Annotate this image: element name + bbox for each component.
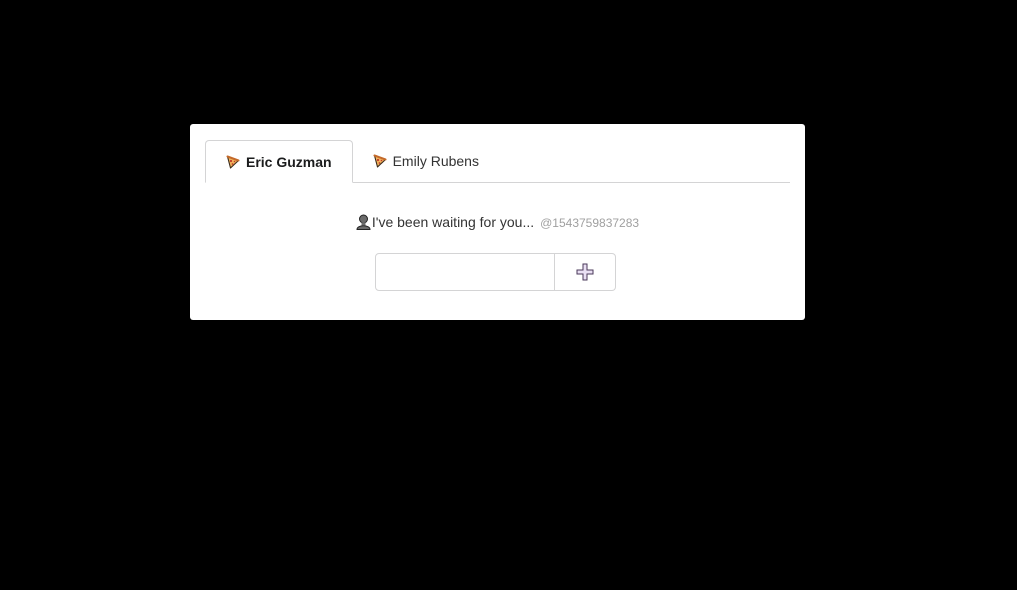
- tab-emily-rubens[interactable]: Emily Rubens: [353, 140, 499, 182]
- message-text: I've been waiting for you...: [371, 214, 535, 230]
- chat-card: Eric Guzman Emily Rubens I've been waiti…: [190, 124, 805, 320]
- pizza-icon: [226, 155, 240, 169]
- tab-bar: Eric Guzman Emily Rubens: [205, 139, 790, 183]
- message-timestamp: @1543759837283: [540, 216, 640, 230]
- tab-eric-guzman[interactable]: Eric Guzman: [205, 140, 353, 183]
- message-input[interactable]: [375, 253, 555, 291]
- pizza-icon: [373, 154, 387, 168]
- tab-label: Emily Rubens: [392, 153, 479, 169]
- person-icon: [356, 214, 371, 230]
- message: I've been waiting for you... @15437598372…: [190, 214, 805, 230]
- tab-label: Eric Guzman: [246, 153, 332, 170]
- compose-bar: [375, 253, 616, 291]
- add-button[interactable]: [555, 253, 616, 291]
- plus-icon: [576, 263, 594, 281]
